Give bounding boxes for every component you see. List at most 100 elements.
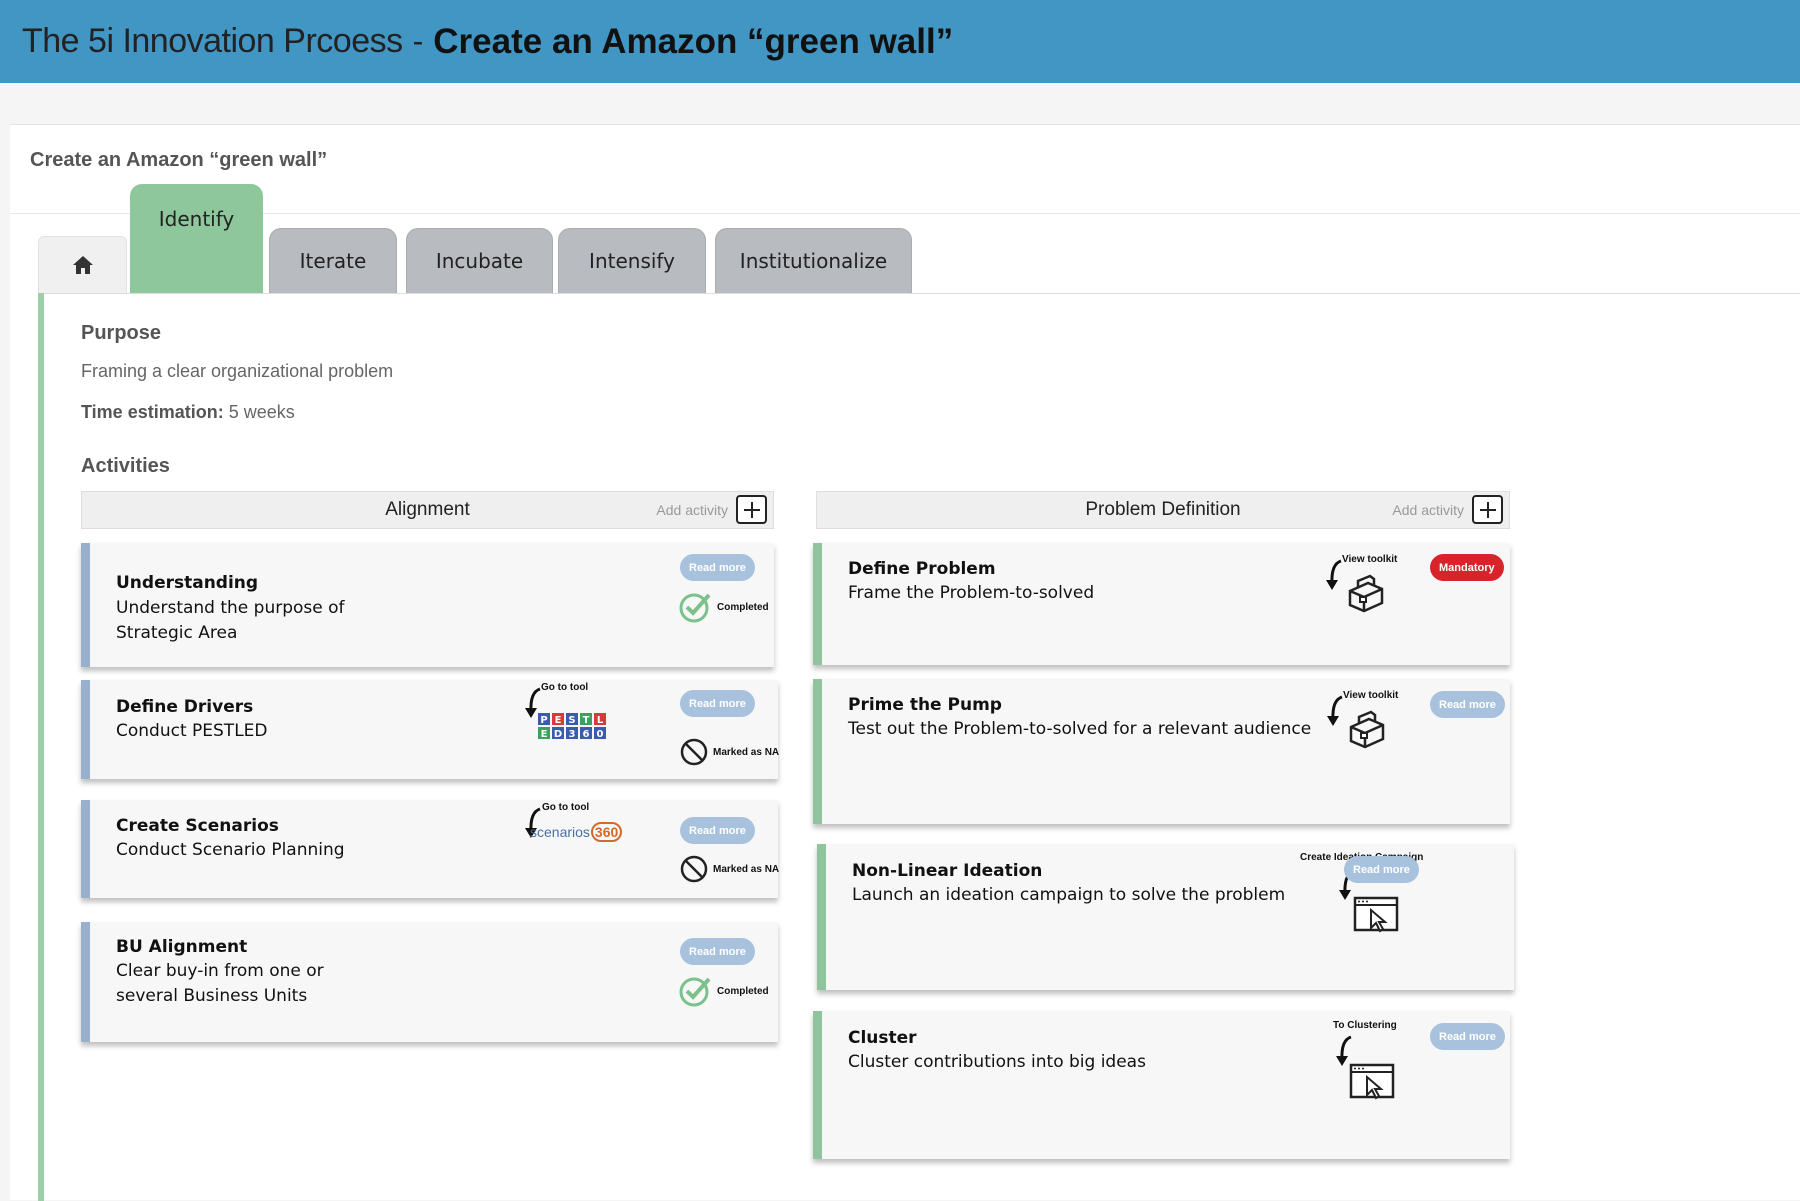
logo-letter: T [583,715,590,726]
time-estimation: Time estimation: 5 weeks [81,402,295,423]
plus-icon [1472,495,1503,524]
logo-letter: E [555,715,562,726]
tab-label: Institutionalize [739,249,888,273]
status-text: Marked as NA [713,746,780,758]
activity-card[interactable]: Cluster Cluster contributions into big i… [813,1011,1510,1159]
status-na: Marked as NA [680,738,779,766]
browser-cursor-icon[interactable] [1349,1063,1395,1101]
time-label: Time estimation: [81,402,224,422]
activity-title: Create Scenarios [116,816,279,836]
read-more-button[interactable]: Read more [680,938,755,965]
status-text: Marked as NA [713,863,780,875]
add-activity-label: Add activity [656,501,728,518]
activity-description: Test out the Problem-to-solved for a rel… [848,719,1312,739]
activity-title: Non-Linear Ideation [852,861,1043,881]
logo-letter: D [554,729,562,740]
logo-text: scenarios [530,824,590,840]
status-completed: Completed [678,975,769,1007]
read-more-button[interactable]: Read more [680,817,755,844]
check-circle-icon [679,977,711,1007]
no-entry-icon [680,855,708,883]
tab-label: Iterate [299,249,367,273]
column-header-problem-definition: Problem Definition Add activity [816,491,1510,529]
tab-iterate[interactable]: Iterate [269,228,397,293]
activity-description: Clear buy-in from one or several Busines… [116,961,324,1006]
page-title: Create an Amazon “green wall” [30,149,328,171]
activity-card[interactable]: Understanding Understand the purpose of … [81,543,774,667]
process-name: The 5i Innovation Prcoess [22,22,403,60]
header-separator: - [412,23,424,59]
activity-title: Cluster [848,1028,917,1048]
logo-letter: P [540,715,547,726]
logo-letter: 6 [583,729,590,740]
logo-letter: S [568,715,575,726]
activity-card[interactable]: Prime the Pump Test out the Problem-to-s… [813,679,1510,824]
column-title: Alignment [385,499,470,520]
activity-card[interactable]: Define Drivers Conduct PESTLED Go to too… [81,680,779,779]
tab-identify[interactable]: Identify [130,184,263,293]
read-more-button[interactable]: Read more [1430,691,1505,718]
scenarios360-logo[interactable]: scenarios 360 [530,822,623,842]
browser-cursor-icon[interactable] [1353,896,1399,934]
status-na: Marked as NA [680,855,779,883]
time-value: 5 weeks [228,402,295,422]
go-to-tool-label: Go to tool [542,802,590,813]
tab-institutionalize[interactable]: Institutionalize [715,228,912,293]
add-activity-label: Add activity [1392,501,1464,518]
check-circle-icon [679,593,711,623]
activity-description: Conduct Scenario Planning [116,840,345,860]
toolbox-icon[interactable] [1344,573,1388,617]
activity-card[interactable]: Non-Linear Ideation Launch an ideation c… [817,844,1514,990]
to-clustering-label: To Clustering [1333,1020,1397,1031]
column-title: Problem Definition [1085,499,1241,520]
mandatory-badge: Mandatory [1430,554,1504,581]
column-header-alignment: Alignment Add activity [81,491,774,529]
activity-card[interactable]: Create Scenarios Conduct Scenario Planni… [81,800,779,898]
read-more-button[interactable]: Read more [1344,856,1419,883]
pestled360-logo[interactable]: PESTL ED360 [537,712,607,740]
plus-icon [736,495,767,524]
home-icon [72,256,93,274]
activity-card[interactable]: BU Alignment Clear buy-in from one or se… [81,922,778,1042]
phase-indicator-bar [38,293,44,1201]
add-activity-button[interactable]: Add activity [1392,495,1503,524]
activity-title: Prime the Pump [848,695,1002,715]
read-more-button[interactable]: Read more [680,690,755,717]
tab-intensify[interactable]: Intensify [558,228,706,293]
activity-description: Launch an ideation campaign to solve the… [852,885,1286,905]
tab-label: Incubate [435,249,524,273]
go-to-tool-label: Go to tool [541,682,589,693]
view-toolkit-label: View toolkit [1343,690,1399,701]
activity-card[interactable]: Define Problem Frame the Problem-to-solv… [813,543,1510,665]
status-text: Completed [717,601,769,613]
activity-description: Frame the Problem-to-solved [848,583,1095,603]
activity-description: Conduct PESTLED [116,721,268,741]
purpose-text: Framing a clear organizational problem [81,361,394,381]
read-more-button[interactable]: Read more [680,554,755,581]
logo-letter: E [541,729,548,740]
activity-title: BU Alignment [116,937,248,957]
activity-description: Understand the purpose of Strategic Area [116,598,345,643]
activities-heading: Activities [81,455,170,477]
tab-home[interactable] [38,236,127,293]
activity-title: Understanding [116,573,259,593]
status-text: Completed [717,985,769,997]
add-activity-button[interactable]: Add activity [656,495,767,524]
activity-title: Define Drivers [116,697,254,717]
app-header: The 5i Innovation Prcoess - Create an Am… [0,0,1800,83]
tab-label: Intensify [589,249,675,273]
activity-title: Define Problem [848,559,996,579]
main-panel: Create an Amazon “green wall” Identify I… [10,124,1800,1201]
logo-letter: 0 [597,729,604,740]
logo-letter: 3 [569,729,576,740]
read-more-button[interactable]: Read more [1430,1023,1505,1050]
purpose-heading: Purpose [81,322,162,344]
view-toolkit-label: View toolkit [1342,554,1398,565]
tab-label: Identify [158,206,235,231]
tabs-divider [40,293,1800,294]
tab-incubate[interactable]: Incubate [406,228,553,293]
activity-description: Cluster contributions into big ideas [848,1052,1146,1072]
toolbox-icon[interactable] [1345,709,1389,753]
header-title: Create an Amazon “green wall” [433,21,954,61]
divider [10,213,1800,214]
